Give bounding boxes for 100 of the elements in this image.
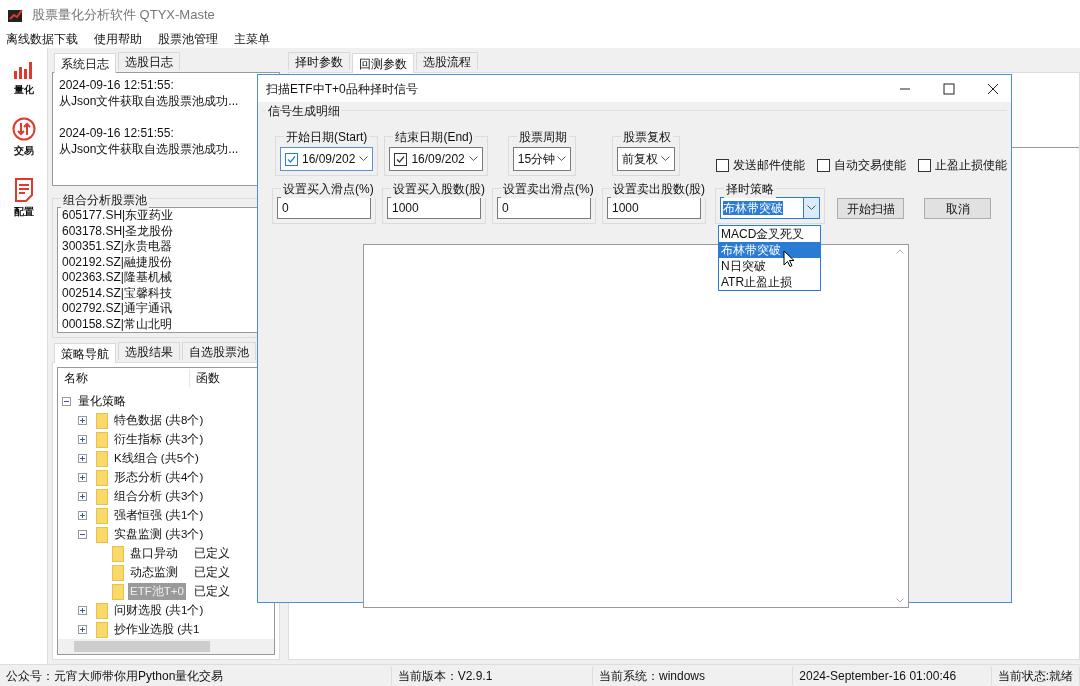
nav-button[interactable]: 配置 [13, 178, 34, 219]
checkbox-option[interactable]: 止盈止损使能 [918, 156, 1007, 174]
dialog-title: 扫描ETF中T+0品种择时信号 [266, 80, 419, 98]
tab[interactable]: 系统日志 [54, 53, 116, 73]
arrows-circle-icon [11, 117, 36, 141]
group-label: 设置买入滑点(%) [281, 180, 376, 198]
chevron-down-icon [468, 156, 478, 162]
checkbox[interactable] [285, 152, 298, 166]
group-label: 开始日期(Start) [284, 128, 370, 146]
group-label: 股票周期 [516, 128, 569, 146]
menu-item[interactable]: 离线数据下载 [4, 30, 80, 48]
expand-icon[interactable] [78, 435, 87, 444]
dropdown-option[interactable]: 布林带突破 [719, 242, 820, 258]
checkbox-option[interactable]: 自动交易使能 [817, 156, 906, 174]
dropdown[interactable]: 15分钟 [512, 147, 571, 171]
checkbox[interactable] [817, 158, 830, 172]
checkbox[interactable] [394, 152, 408, 166]
tree-item[interactable]: 组合分析 (共3个) [112, 487, 206, 506]
tab[interactable]: 选股结果 [118, 342, 180, 360]
group-label: 设置卖出股数(股) [611, 180, 707, 198]
expand-icon[interactable] [78, 492, 87, 501]
expand-icon[interactable] [78, 454, 87, 463]
app-logo-icon [8, 8, 24, 22]
function-cell-text: 已定义 [194, 564, 230, 580]
input-field[interactable]: 0 [497, 197, 591, 219]
horizontal-scrollbar[interactable] [58, 639, 274, 654]
checkbox[interactable] [918, 158, 931, 172]
group-label: 择时策略 [724, 180, 776, 198]
function-cell-text: 已定义 [194, 583, 230, 599]
tab[interactable]: 选股日志 [118, 52, 180, 70]
tab[interactable]: 自选股票池 [182, 342, 256, 360]
dropdown-option[interactable]: ATR止盈止损 [719, 274, 820, 290]
folder-icon [112, 564, 124, 581]
tree-item[interactable]: 抄作业选股 (共1 [112, 620, 202, 639]
expand-icon[interactable] [78, 416, 87, 425]
input-field[interactable]: 1000 [607, 197, 701, 219]
document-icon [13, 178, 34, 202]
log-message: 从Json文件获取自选股票池成功... [59, 141, 240, 157]
group-label: 设置卖出滑点(%) [501, 180, 596, 198]
checkbox[interactable] [716, 158, 729, 172]
group-label: 股票复权 [620, 128, 673, 146]
status-text: 当前状态:就绪 [991, 666, 1080, 685]
expand-icon[interactable] [78, 606, 87, 615]
tree-item[interactable]: 盘口异动 [128, 544, 180, 563]
mouse-cursor-icon [783, 250, 795, 268]
tree-item[interactable]: 强者恒强 (共1个) [112, 506, 206, 525]
dialog-button[interactable]: 开始扫描 [837, 198, 904, 219]
folder-icon [96, 526, 108, 543]
tree-item[interactable]: 特色数据 (共8个) [112, 411, 206, 430]
tree-item[interactable]: 衍生指标 (共3个) [112, 430, 206, 449]
column-header[interactable]: 名称 [58, 369, 190, 387]
date-picker[interactable]: 16/09/202 [389, 147, 483, 171]
tab[interactable]: 策略导航 [54, 343, 116, 363]
tree-item[interactable]: 量化策略 [76, 392, 128, 411]
folder-icon [96, 450, 108, 467]
status-text: 当前版本：V2.9.1 [391, 666, 593, 685]
dropdown-option[interactable]: MACD金叉死叉 [719, 226, 820, 242]
menu-item[interactable]: 主菜单 [232, 30, 272, 48]
folder-icon [96, 507, 108, 524]
strategy-combobox[interactable]: 布林带突破 [720, 197, 820, 219]
collapse-icon[interactable] [78, 530, 87, 539]
tab[interactable]: 回测参数 [352, 53, 414, 73]
input-field[interactable]: 1000 [387, 197, 481, 219]
group-label: 设置买入股数(股) [391, 180, 487, 198]
expand-icon[interactable] [78, 473, 87, 482]
chevron-down-icon [807, 205, 816, 211]
folder-icon [96, 412, 108, 429]
group-label: 信号生成明细 [266, 102, 342, 120]
tab[interactable]: 择时参数 [288, 52, 350, 70]
checkbox-option[interactable]: 发送邮件使能 [716, 156, 805, 174]
folder-icon [96, 621, 108, 638]
menu-item[interactable]: 使用帮助 [92, 30, 144, 48]
nav-button[interactable]: 量化 [12, 60, 35, 97]
expand-icon[interactable] [78, 625, 87, 634]
maximize-icon[interactable] [943, 82, 955, 95]
function-cell-text: 已定义 [194, 545, 230, 561]
collapse-icon[interactable] [62, 397, 71, 406]
close-icon[interactable] [987, 82, 999, 95]
input-field[interactable]: 0 [277, 197, 371, 219]
dialog-button[interactable]: 取消 [924, 198, 991, 219]
tree-item[interactable]: 问财选股 (共1个) [112, 601, 206, 620]
folder-icon [96, 488, 108, 505]
folder-icon [96, 469, 108, 486]
tree-item[interactable]: 动态监测 [128, 563, 180, 582]
tree-item[interactable]: 形态分析 (共4个) [112, 468, 206, 487]
dropdown-option[interactable]: N日突破 [719, 258, 820, 274]
folder-icon [96, 602, 108, 619]
tab[interactable]: 选股流程 [416, 52, 478, 70]
log-message: 从Json文件获取自选股票池成功... [59, 93, 240, 109]
date-picker[interactable]: 16/09/202 [280, 147, 374, 171]
tree-item[interactable]: K线组合 (共5个) [112, 449, 201, 468]
nav-button[interactable]: 交易 [11, 117, 36, 158]
expand-icon[interactable] [78, 511, 87, 520]
column-header[interactable]: 函数 [190, 369, 226, 387]
menu-item[interactable]: 股票池管理 [156, 30, 220, 48]
log-time: 2024-09-16 12:51:55: [59, 125, 175, 141]
folder-icon [96, 431, 108, 448]
tree-item[interactable]: 实盘监测 (共3个) [112, 525, 206, 544]
dropdown[interactable]: 前复权 [616, 147, 675, 171]
folder-icon [112, 545, 124, 562]
